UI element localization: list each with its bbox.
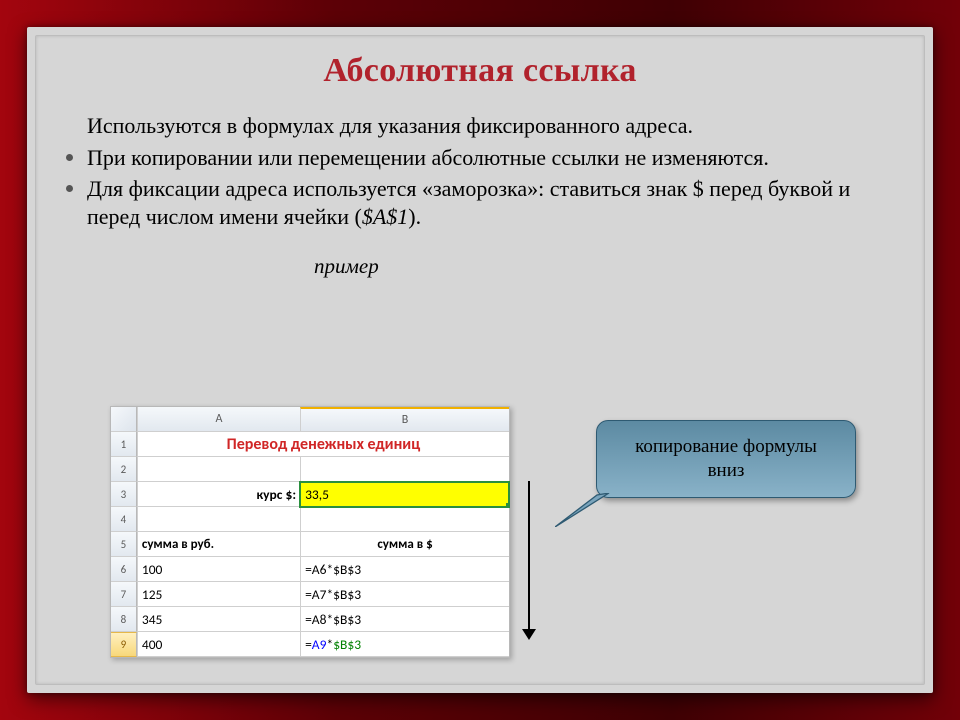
row-4: 4: [111, 507, 509, 532]
row-5: 5 сумма в руб. сумма в $: [111, 532, 509, 557]
cell: [137, 507, 300, 532]
row-number: 7: [111, 582, 137, 607]
row-number: 4: [111, 507, 137, 532]
bullet-text: При копировании или перемещении абсолютн…: [87, 144, 894, 172]
cell-selected: 33,5: [300, 482, 509, 507]
merged-title-cell: Перевод денежных единиц: [137, 432, 509, 457]
bullet-text: Для фиксации адреса используется «заморо…: [87, 175, 894, 230]
slide: Абсолютная ссылка Используются в формула…: [35, 35, 925, 685]
callout-tail-icon: [555, 493, 611, 527]
row-number: 5: [111, 532, 137, 557]
formula-ref: A9: [312, 636, 327, 653]
row-6: 6 100 =A6*$B$3: [111, 557, 509, 582]
cell-formula-editing: =A9*$B$3: [300, 632, 509, 657]
formula-ref: $B$3: [333, 636, 361, 653]
slide-title: Абсолютная ссылка: [66, 52, 894, 90]
corner-cell: [111, 407, 137, 432]
cell: 100: [137, 557, 300, 582]
bullet-dot-icon: [66, 154, 73, 161]
cell: 125: [137, 582, 300, 607]
cell-header: сумма в $: [300, 532, 509, 557]
row-number: 8: [111, 607, 137, 632]
row-7: 7 125 =A7*$B$3: [111, 582, 509, 607]
bullet-item: При копировании или перемещении абсолютн…: [66, 144, 894, 172]
row-number: 9: [111, 632, 137, 657]
callout-text: копирование формулы вниз: [635, 435, 817, 483]
row-9: 9 400 =A9*$B$3: [111, 632, 509, 657]
example-label: пример: [314, 254, 894, 279]
cell-label: курс $:: [137, 482, 300, 507]
cell: [137, 457, 300, 482]
cell-header: сумма в руб.: [137, 532, 300, 557]
cell-formula: =A7*$B$3: [300, 582, 509, 607]
row-3: 3 курс $: 33,5: [111, 482, 509, 507]
cell-formula: =A6*$B$3: [300, 557, 509, 582]
cell-formula: =A8*$B$3: [300, 607, 509, 632]
row-number: 3: [111, 482, 137, 507]
bullet-text-part: Для фиксации адреса используется «заморо…: [87, 176, 850, 229]
bullet-list: Используются в формулах для указания фик…: [66, 112, 894, 230]
row-number: 2: [111, 457, 137, 482]
header-row: A B: [111, 407, 509, 432]
row-8: 8 345 =A8*$B$3: [111, 607, 509, 632]
cell: [300, 457, 509, 482]
row-1: 1 Перевод денежных единиц: [111, 432, 509, 457]
formula-part: *: [326, 636, 333, 653]
arrow-down-icon: [522, 481, 536, 641]
spreadsheet: A B 1 Перевод денежных единиц 2 3 курс $…: [110, 406, 510, 658]
callout-line: вниз: [708, 460, 745, 481]
col-header-b: B: [300, 407, 509, 432]
row-number: 1: [111, 432, 137, 457]
cell: 345: [137, 607, 300, 632]
bullet-text: Используются в формулах для указания фик…: [87, 112, 894, 140]
callout-bubble: копирование формулы вниз: [596, 420, 856, 498]
row-2: 2: [111, 457, 509, 482]
cell: [300, 507, 509, 532]
bullet-text-part: ).: [408, 204, 421, 229]
bullet-dot-icon: [66, 185, 73, 192]
bullet-item: Используются в формулах для указания фик…: [66, 112, 894, 140]
slide-frame: Абсолютная ссылка Используются в формула…: [27, 27, 933, 693]
bullet-item: Для фиксации адреса используется «заморо…: [66, 175, 894, 230]
formula-part: =: [305, 636, 312, 653]
col-header-a: A: [137, 407, 300, 432]
callout-line: копирование формулы: [635, 436, 817, 457]
cell: 400: [137, 632, 300, 657]
row-number: 6: [111, 557, 137, 582]
bullet-text-italic: $A$1: [362, 204, 408, 229]
